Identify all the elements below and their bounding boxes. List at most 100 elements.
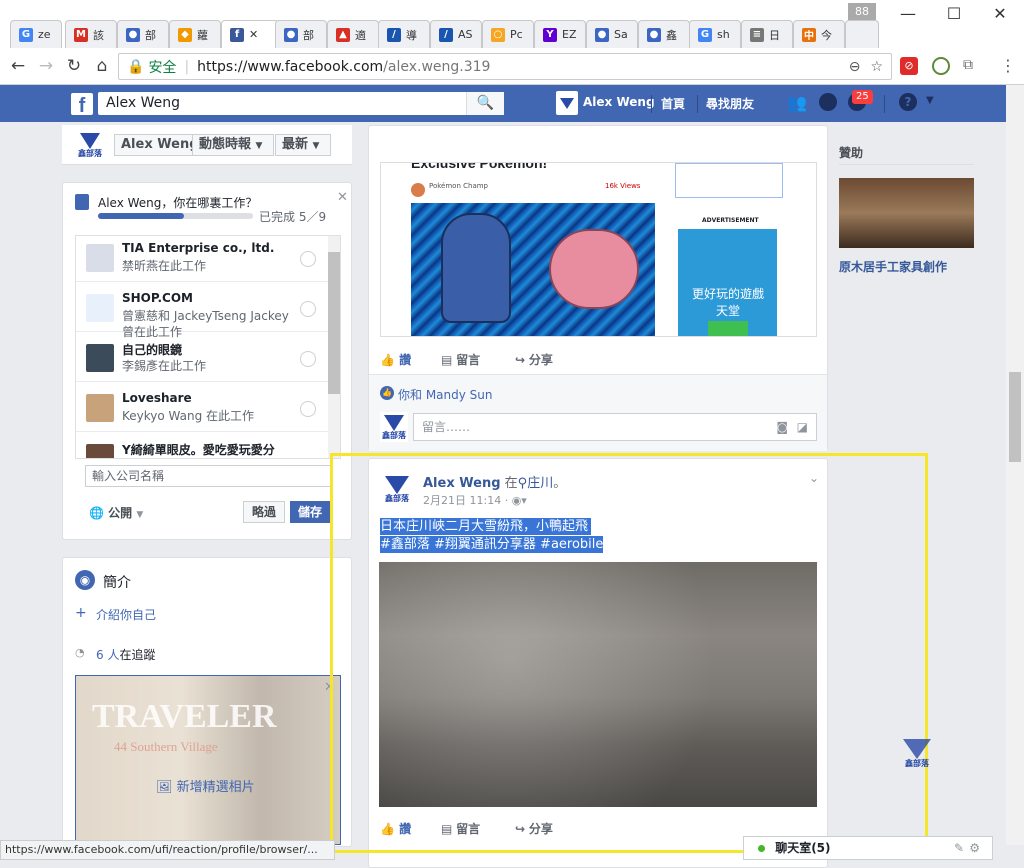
tab-label: Pc bbox=[510, 28, 523, 41]
browser-tab[interactable]: ○ Pc bbox=[482, 20, 534, 48]
profile-link[interactable]: Alex Weng bbox=[583, 95, 655, 109]
address-bar[interactable]: 🔒 安全 | https://www.facebook.com /alex.we… bbox=[118, 53, 892, 80]
company-name: Loveshare bbox=[122, 391, 192, 405]
browser-tab[interactable]: 中今 bbox=[793, 20, 845, 48]
sticker-icon[interactable]: ◪ bbox=[797, 414, 808, 440]
add-intro-link[interactable]: 介紹你自己 bbox=[96, 606, 156, 623]
bookmark-star-icon[interactable]: ☆ bbox=[870, 59, 883, 75]
browser-tab[interactable]: ● 部 bbox=[275, 20, 327, 48]
chat-bar[interactable]: 聊天室(5) ✎ ⚙ bbox=[743, 836, 993, 860]
list-scrollbar-thumb[interactable] bbox=[328, 252, 340, 394]
browser-tab[interactable]: Gsh bbox=[689, 20, 741, 48]
browser-tab[interactable]: ● 部 bbox=[117, 20, 169, 48]
comment-input[interactable]: 留言…… ◙ ◪ bbox=[413, 413, 817, 441]
minimize-button[interactable]: — bbox=[893, 4, 923, 24]
sponsor-image[interactable] bbox=[839, 178, 974, 248]
timeline-dropdown[interactable]: 動態時報 ▼ bbox=[192, 134, 274, 156]
extension-green-icon[interactable] bbox=[932, 57, 950, 75]
tab-favicon-icon: ▲ bbox=[336, 27, 350, 42]
select-radio[interactable] bbox=[300, 251, 316, 267]
browser-tab[interactable]: ≡ 日 bbox=[741, 20, 793, 48]
chat-label: 聊天室(5) bbox=[775, 841, 831, 855]
add-featured-photo-button[interactable]: 🖼 新增精選相片 bbox=[156, 776, 255, 795]
save-button[interactable]: 儲存 bbox=[290, 501, 330, 523]
select-radio[interactable] bbox=[300, 351, 316, 367]
page-scrollbar[interactable] bbox=[1006, 85, 1024, 845]
compose-icon[interactable]: ✎ bbox=[954, 837, 964, 859]
browser-tab[interactable]: Y EZ bbox=[534, 20, 586, 48]
messenger-icon[interactable] bbox=[819, 93, 837, 111]
skip-button[interactable]: 略過 bbox=[243, 501, 285, 523]
forward-arrow-icon[interactable]: → bbox=[36, 56, 56, 76]
like-button[interactable]: 👍 讚 bbox=[380, 351, 411, 368]
browser-tab[interactable]: ◆ 蘿 bbox=[169, 20, 221, 48]
help-icon[interactable]: ? bbox=[899, 93, 917, 111]
photo-overlay bbox=[76, 676, 340, 844]
reload-icon[interactable]: ↻ bbox=[64, 56, 84, 76]
home-link[interactable]: 首頁 bbox=[661, 95, 685, 112]
browser-menu-icon[interactable]: ⋮ bbox=[1000, 56, 1016, 75]
work-suggestion-item[interactable]: SHOP.COM 曾憲慈和 JackeyTseng Jackey 曾在此工作 bbox=[76, 286, 328, 339]
home-icon[interactable]: ⌂ bbox=[92, 56, 112, 76]
thumbs-up-icon: 👍 bbox=[380, 353, 395, 367]
like-label: 讚 bbox=[399, 353, 412, 367]
page-logo[interactable]: 鑫部落 bbox=[76, 130, 104, 160]
close-icon[interactable]: ✕ bbox=[337, 190, 348, 205]
followers-count-link[interactable]: 6 人 bbox=[96, 648, 119, 662]
liked-by-link[interactable]: 你和 Mandy Sun bbox=[398, 386, 493, 403]
featured-photos-box[interactable]: TRAVELER 44 Southern Village ✕ 🖼 新增精選相片 bbox=[75, 675, 341, 845]
sponsor-title-link[interactable]: 原木居手工家具創作 bbox=[839, 258, 947, 275]
tab-label: 適 bbox=[355, 28, 366, 42]
like-reaction-icon: 👍 bbox=[380, 386, 394, 400]
search-icon[interactable]: 🔍 bbox=[466, 92, 504, 115]
find-friends-link[interactable]: 尋找朋友 bbox=[706, 95, 754, 112]
work-suggestion-item[interactable]: 自己的眼鏡 李錫彥在此工作 bbox=[76, 336, 328, 382]
recent-dropdown[interactable]: 最新 ▼ bbox=[275, 134, 331, 156]
work-suggestion-item[interactable]: Y綺綺單眼皮。愛吃愛玩愛分 bbox=[76, 436, 328, 458]
briefcase-icon bbox=[75, 194, 89, 210]
close-window-button[interactable]: ✕ bbox=[985, 4, 1015, 24]
ad-play-button[interactable] bbox=[708, 321, 748, 336]
followers-line: 6 人在追蹤 bbox=[96, 646, 155, 663]
browser-tab[interactable]: ● Sa bbox=[586, 20, 638, 48]
company-name-input[interactable]: 輸入公司名稱 bbox=[85, 465, 331, 487]
tab-favicon-icon: ● bbox=[284, 27, 298, 42]
browser-tab[interactable]: ▲ 適 bbox=[327, 20, 379, 48]
globe-icon: 🌐 bbox=[89, 506, 104, 520]
zoom-icon[interactable]: ⊖ bbox=[849, 59, 861, 75]
browser-tab[interactable]: M該 bbox=[65, 20, 117, 48]
browser-tab[interactable]: / 導 bbox=[378, 20, 430, 48]
preview-source: Pokémon Champ bbox=[429, 182, 489, 190]
shared-link-preview[interactable]: Exclusive Pokemon! Pokémon Champ 16k Vie… bbox=[380, 162, 817, 337]
facebook-search-input[interactable]: Alex Weng bbox=[98, 92, 504, 115]
notification-count-badge: 25 bbox=[852, 90, 873, 104]
browser-tab[interactable]: / AS bbox=[430, 20, 482, 48]
extension-gray-icon[interactable]: ⧉ bbox=[963, 57, 973, 73]
profile-avatar[interactable] bbox=[556, 91, 578, 115]
preview-headline: Exclusive Pokemon! bbox=[411, 162, 548, 171]
tab-favicon-icon: ● bbox=[647, 27, 661, 42]
maximize-button[interactable]: ☐ bbox=[939, 4, 969, 24]
select-radio[interactable] bbox=[300, 401, 316, 417]
camera-icon[interactable]: ◙ bbox=[776, 414, 788, 440]
account-menu-icon[interactable]: ▼ bbox=[926, 95, 934, 106]
work-suggestion-item[interactable]: Loveshare Keykyo Wang 在此工作 bbox=[76, 386, 328, 432]
tab-label: EZ bbox=[562, 28, 577, 41]
facebook-logo-icon[interactable]: f bbox=[71, 93, 93, 117]
back-arrow-icon[interactable]: ← bbox=[8, 56, 28, 76]
work-suggestion-item[interactable]: TIA Enterprise co., ltd. 禁昕燕在此工作 bbox=[76, 236, 328, 282]
game-ad[interactable]: 更好玩的遊戲天堂 bbox=[678, 229, 777, 336]
share-button[interactable]: ↪ 分享 bbox=[515, 351, 553, 368]
browser-tab[interactable]: ● 鑫 bbox=[638, 20, 690, 48]
gear-icon[interactable]: ⚙ bbox=[969, 837, 980, 859]
extension-red-icon[interactable]: ⊘ bbox=[900, 57, 918, 75]
select-radio[interactable] bbox=[300, 301, 316, 317]
browser-tab[interactable]: Gze bbox=[10, 20, 62, 48]
friend-requests-icon[interactable]: 👥 bbox=[787, 93, 807, 112]
page-scrollbar-thumb[interactable] bbox=[1009, 372, 1021, 462]
privacy-selector[interactable]: 🌐 公開 ▼ bbox=[89, 504, 143, 521]
list-scrollbar[interactable] bbox=[328, 236, 340, 458]
browser-tab[interactable]: f ✕ bbox=[221, 20, 279, 48]
new-tab-button[interactable] bbox=[845, 20, 879, 48]
comment-button[interactable]: ▤ 留言 bbox=[441, 351, 480, 368]
